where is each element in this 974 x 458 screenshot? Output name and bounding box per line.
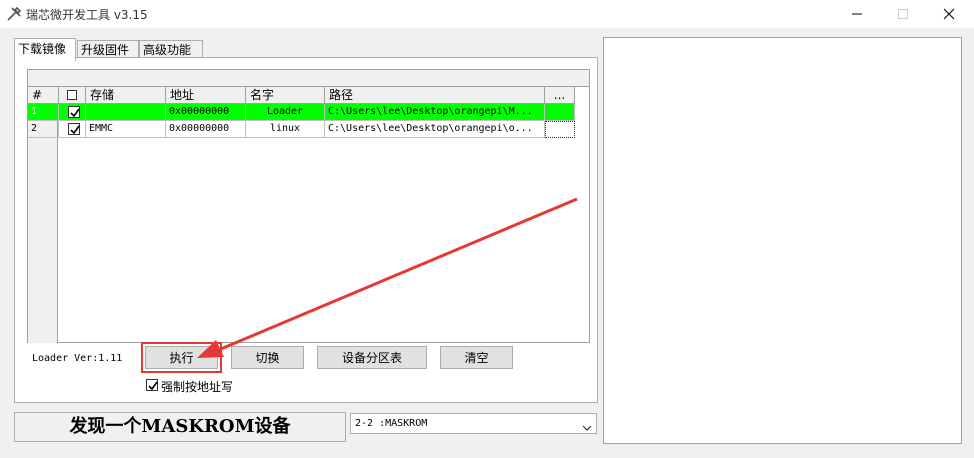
header-address: 地址: [166, 87, 246, 104]
row-checkbox[interactable]: [59, 121, 86, 138]
row-name[interactable]: linux: [246, 121, 325, 138]
row-address[interactable]: 0x00000000: [166, 121, 246, 138]
image-table: # 存储 地址 名字 路径 ... 1 0x00000000 Loader C:…: [27, 69, 590, 343]
row-storage: [86, 104, 166, 121]
header-num: #: [28, 87, 59, 104]
maximize-button[interactable]: [880, 0, 926, 28]
row-path[interactable]: C:\Users\lee\Desktop\orangepi\o...: [325, 121, 545, 138]
minimize-button[interactable]: [834, 0, 880, 28]
tools-icon: [6, 6, 22, 22]
header-storage: 存储: [86, 87, 166, 104]
window-title: 瑞芯微开发工具 v3.15: [26, 8, 148, 22]
row-name[interactable]: Loader: [246, 104, 325, 121]
check-icon: [70, 125, 80, 135]
grid-toolbar: [28, 70, 589, 87]
row-checkbox[interactable]: [59, 104, 86, 121]
close-button[interactable]: [926, 0, 972, 28]
row-num: 2: [28, 121, 59, 138]
device-select[interactable]: 2-2 :MASKROM: [350, 413, 597, 434]
row-more-button[interactable]: [545, 121, 575, 138]
device-select-value: 2-2 :MASKROM: [355, 418, 428, 429]
check-icon: [70, 108, 80, 118]
log-panel: [603, 37, 962, 444]
row-address[interactable]: 0x00000000: [166, 104, 246, 121]
header-name: 名字: [246, 87, 325, 104]
header-check[interactable]: [59, 87, 86, 104]
status-text: 发现一个MASKROM设备: [14, 412, 346, 442]
row-storage: EMMC: [86, 121, 166, 138]
row-more[interactable]: [545, 104, 575, 121]
grid-row-header: [28, 121, 58, 343]
force-address-write-label: 强制按地址写: [161, 380, 234, 394]
clear-button[interactable]: 清空: [440, 346, 513, 369]
execute-button[interactable]: 执行: [145, 346, 218, 369]
header-path: 路径: [325, 87, 545, 104]
row-num: 1: [28, 104, 59, 121]
tab-download-image[interactable]: 下载镜像: [14, 38, 76, 61]
switch-button[interactable]: 切换: [231, 346, 304, 369]
row-path[interactable]: C:\Users\lee\Desktop\orangepi\M...: [325, 104, 545, 121]
loader-version: Loader Ver:1.11: [32, 353, 123, 364]
title-bar: 瑞芯微开发工具 v3.15: [0, 0, 974, 28]
chevron-down-icon: [582, 420, 592, 439]
header-more: ...: [545, 87, 575, 104]
check-icon: [148, 381, 158, 391]
checkbox-icon: [67, 90, 77, 100]
partition-table-button[interactable]: 设备分区表: [317, 346, 427, 369]
